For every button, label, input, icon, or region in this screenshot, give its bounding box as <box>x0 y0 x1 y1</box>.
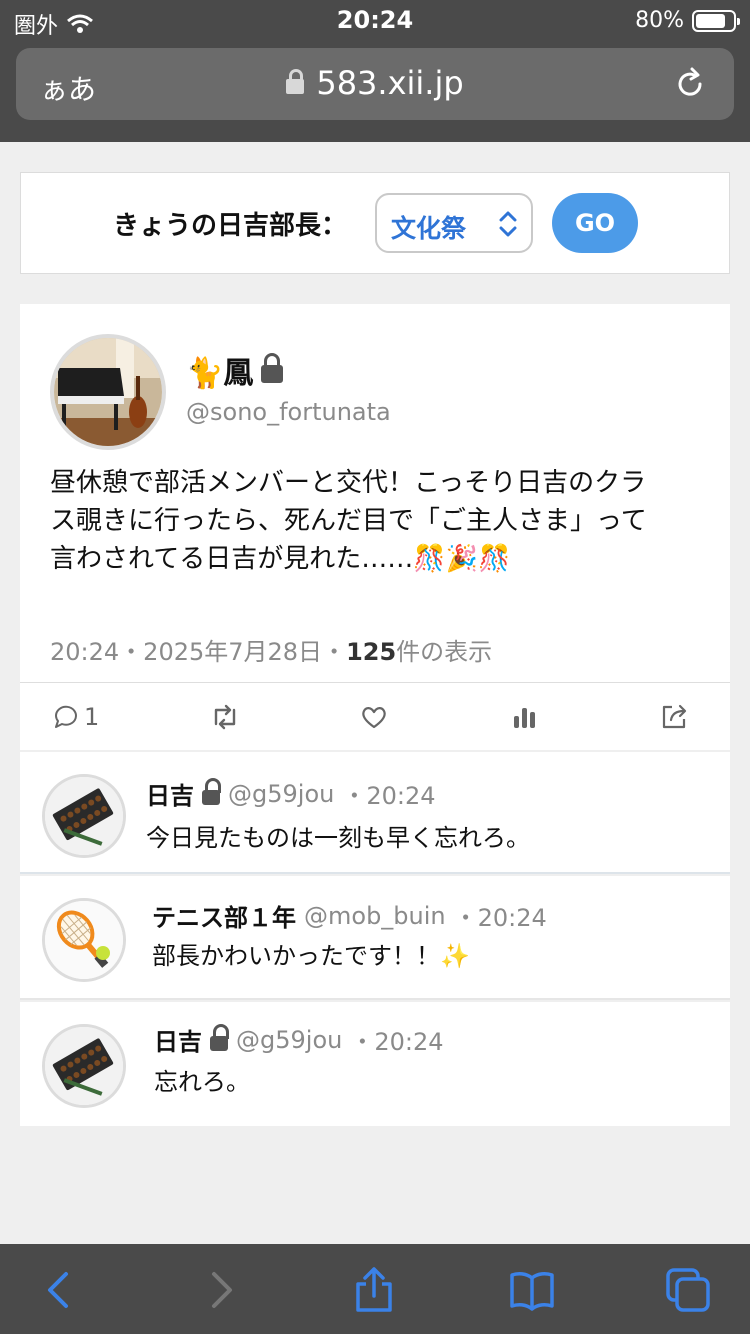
go-button[interactable]: GO <box>552 193 638 253</box>
share-icon <box>662 704 687 729</box>
avatar[interactable] <box>42 1024 126 1108</box>
reply-header: 日吉 @g59jou ・20:24 <box>154 1022 444 1057</box>
divider <box>20 682 730 683</box>
reply-time: ・20:24 <box>342 782 436 810</box>
status-bar: 圏外 20:24 80% <box>0 0 750 42</box>
reply-header: テニス部１年 @mob_buin ・20:24 <box>152 898 547 933</box>
lock-icon <box>210 1024 229 1051</box>
bar-chart-icon <box>514 708 535 728</box>
url-text[interactable]: 583.xii.jp <box>316 64 463 102</box>
meta-separator: ・ <box>322 638 347 666</box>
post-time: 20:24 <box>50 638 120 666</box>
select-value: 文化祭 <box>391 214 467 243</box>
outfit-select[interactable]: 文化祭 <box>375 193 533 253</box>
daily-selector-card: きょうの日吉部長： 文化祭 GO <box>20 172 730 274</box>
reply-button[interactable]: 1 <box>52 702 99 732</box>
view-label: 件の表示 <box>396 638 493 666</box>
reply-icon <box>54 705 77 728</box>
battery-icon <box>692 9 740 32</box>
post-date: 2025年7月28日 <box>143 638 323 666</box>
address-bar[interactable]: ぁあ 583.xii.jp <box>16 48 734 120</box>
lock-icon <box>261 353 284 383</box>
main-post: 🐈鳳 @sono_fortunata 昼休憩で部活メンバーと交代！こっそり日吉の… <box>20 304 730 750</box>
lock-icon <box>286 68 305 94</box>
reply-post[interactable]: テニス部１年 @mob_buin ・20:24 部長かわいかったです！！✨ <box>20 876 730 1000</box>
reply-text: 部長かわいかったです！！✨ <box>152 942 470 970</box>
forward-icon <box>212 1272 232 1308</box>
reply-name[interactable]: テニス部１年 <box>152 898 296 933</box>
reply-time: ・20:24 <box>350 1028 444 1056</box>
meta-separator: ・ <box>119 638 144 666</box>
retweet-icon <box>214 704 236 730</box>
reply-text: 忘れろ。 <box>154 1068 250 1096</box>
retweet-button[interactable] <box>210 702 240 732</box>
bookmarks-icon[interactable] <box>508 1266 556 1314</box>
tennis-racket-avatar-image <box>45 901 123 979</box>
share-icon[interactable] <box>350 1266 398 1314</box>
reload-icon[interactable] <box>672 66 708 102</box>
tabs-icon[interactable] <box>664 1266 712 1314</box>
share-button[interactable] <box>660 702 690 732</box>
updown-chevron-icon <box>499 211 517 237</box>
lock-icon <box>202 778 221 805</box>
reply-handle[interactable]: @g59jou <box>236 1026 342 1054</box>
reply-count: 1 <box>84 703 100 731</box>
author-handle[interactable]: @sono_fortunata <box>186 398 391 426</box>
back-icon[interactable] <box>36 1266 84 1314</box>
author-display-name: 🐈鳳 <box>186 356 254 391</box>
browser-toolbar <box>0 1244 750 1334</box>
author-name[interactable]: 🐈鳳 <box>186 348 284 392</box>
post-text: 昼休憩で部活メンバーと交代！こっそり日吉のクラス覗きに行ったら、死んだ目で「ご主… <box>50 468 647 574</box>
reply-name[interactable]: 日吉 <box>154 1022 202 1057</box>
battery-status: 80% <box>635 8 740 33</box>
abacus-avatar-image <box>45 777 123 855</box>
action-bar: 1 <box>20 684 730 750</box>
analytics-button[interactable] <box>512 702 538 732</box>
avatar[interactable] <box>42 774 126 858</box>
reply-text: 今日見たものは一刻も早く忘れろ。 <box>146 824 530 852</box>
post-meta: 20:24・2025年7月28日・125件の表示 <box>50 632 492 667</box>
piano-room-avatar-image <box>54 338 162 446</box>
avatar[interactable] <box>50 334 166 450</box>
reply-time: ・20:24 <box>453 904 547 932</box>
heart-icon <box>362 707 386 729</box>
reply-handle[interactable]: @g59jou <box>228 780 334 808</box>
view-count: 125 <box>346 638 397 666</box>
reply-post[interactable]: 日吉 @g59jou ・20:24 今日見たものは一刻も早く忘れろ。 <box>20 752 730 874</box>
battery-percent: 80% <box>635 8 684 33</box>
avatar[interactable] <box>42 898 126 982</box>
reply-header: 日吉 @g59jou ・20:24 <box>146 776 436 811</box>
reply-post[interactable]: 日吉 @g59jou ・20:24 忘れろ。 <box>20 1002 730 1126</box>
like-button[interactable] <box>360 702 388 732</box>
selector-label: きょうの日吉部長： <box>113 211 348 241</box>
browser-header: ぁあ 583.xii.jp <box>0 42 750 142</box>
reply-name[interactable]: 日吉 <box>146 776 194 811</box>
reply-handle[interactable]: @mob_buin <box>304 902 446 930</box>
abacus-avatar-image <box>45 1027 123 1105</box>
